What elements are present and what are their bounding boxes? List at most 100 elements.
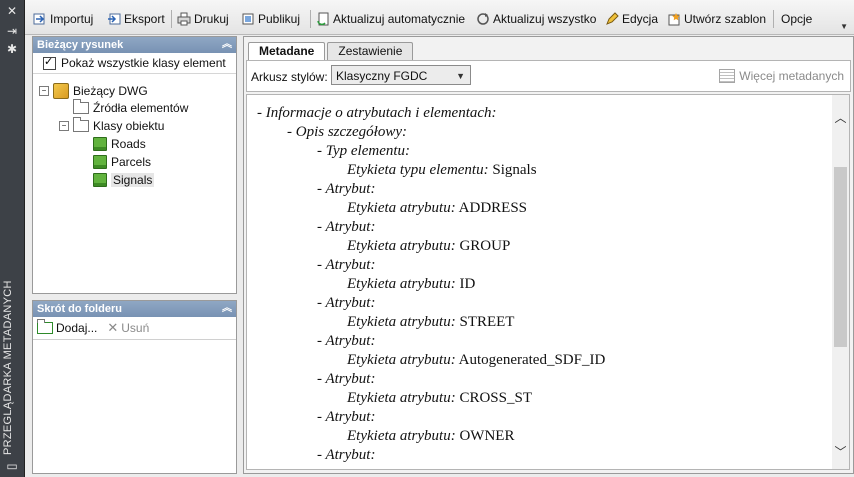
- update-all-label: Aktualizuj wszystko: [493, 12, 597, 26]
- add-folder-button[interactable]: Dodaj...: [37, 319, 98, 335]
- print-button[interactable]: Drukuj: [177, 10, 229, 28]
- collapse-node-icon[interactable]: −: [59, 121, 69, 131]
- tree-node-parcels[interactable]: Parcels: [93, 155, 151, 169]
- doc-key: Etykieta atrybutu:: [347, 428, 456, 444]
- doc-attribute-heading: - Atrybut:: [317, 295, 376, 311]
- publish-button[interactable]: Publikuj: [241, 10, 300, 28]
- doc-key: Etykieta atrybutu:: [347, 276, 456, 292]
- doc-key: Etykieta atrybutu:: [347, 390, 456, 406]
- document-scrollbar[interactable]: ︿ ﹀: [832, 94, 850, 470]
- tree-label-root: Bieżący DWG: [73, 84, 148, 98]
- add-label: Dodaj...: [56, 321, 98, 335]
- palette-title: PRZEGLĄDARKA METADANYCH: [2, 280, 14, 455]
- toolbar-separator: [773, 10, 774, 28]
- doc-value: OWNER: [459, 428, 515, 444]
- doc-heading-detail: - Opis szczegółowy:: [287, 124, 407, 140]
- doc-attribute-heading: - Atrybut:: [317, 181, 376, 197]
- pencil-icon: [605, 12, 619, 26]
- folder-icon: [73, 117, 89, 132]
- print-label: Drukuj: [194, 12, 229, 26]
- doc-value: CROSS_ST: [459, 390, 533, 406]
- pin-icon[interactable]: ⇥: [4, 24, 20, 38]
- doc-attribute-row: Etykieta atrybutu: OWNER: [347, 427, 514, 445]
- scroll-down-icon[interactable]: ﹀: [832, 443, 849, 459]
- dwg-icon: [53, 83, 69, 99]
- doc-value: Signals: [492, 162, 537, 178]
- edit-label: Edycja: [622, 12, 659, 26]
- doc-heading-attr-info: - Informacje o atrybutach i elementach:: [257, 105, 497, 121]
- refresh-icon: [476, 12, 490, 26]
- doc-key: Etykieta atrybutu:: [347, 200, 456, 216]
- auto-update-button[interactable]: Aktualizuj automatycznie: [316, 10, 465, 28]
- collapse-icon[interactable]: ︽: [222, 37, 232, 53]
- doc-attribute-heading: - Atrybut:: [317, 447, 376, 463]
- tab-metadata[interactable]: Metadane: [248, 42, 326, 61]
- edit-button[interactable]: Edycja: [605, 10, 658, 28]
- doc-value: GROUP: [459, 238, 511, 254]
- scroll-thumb[interactable]: [834, 167, 847, 347]
- collapse-icon[interactable]: ︽: [222, 301, 232, 317]
- toolbar-separator: [310, 10, 311, 28]
- create-template-button[interactable]: Utwórz szablon: [667, 10, 766, 28]
- publish-icon: [241, 12, 255, 26]
- show-all-checkbox[interactable]: [43, 55, 56, 70]
- folder-shortcut-header[interactable]: Skrót do folderu ︽: [33, 301, 236, 317]
- tree-node-root[interactable]: − Bieżący DWG: [39, 83, 148, 99]
- doc-key: Etykieta atrybutu:: [347, 314, 456, 330]
- refresh-doc-icon: [316, 12, 330, 26]
- scroll-up-icon[interactable]: ︿: [832, 109, 849, 125]
- tree-node-roads[interactable]: Roads: [93, 137, 146, 151]
- doc-key: Etykieta atrybutu:: [347, 238, 456, 254]
- doc-value: Autogenerated_SDF_ID: [458, 352, 606, 368]
- doc-value: ADDRESS: [458, 200, 528, 216]
- current-drawing-header[interactable]: Bieżący rysunek ︽: [33, 37, 236, 53]
- stylesheet-label: Arkusz stylów:: [251, 70, 328, 84]
- doc-attribute-row: Etykieta atrybutu: ID: [347, 275, 475, 293]
- show-all-label: Pokaż wszystkie klasy element: [61, 56, 226, 70]
- feature-class-icon: [93, 173, 107, 187]
- tree-node-sources[interactable]: Źródła elementów: [73, 99, 188, 115]
- remove-label: Usuń: [121, 321, 150, 335]
- metadata-document: - Informacje o atrybutach i elementach: …: [246, 94, 833, 470]
- doc-value: ID: [459, 276, 476, 292]
- tab-summary[interactable]: Zestawienie: [327, 42, 414, 60]
- export-button[interactable]: Eksport: [107, 10, 165, 28]
- toolbar-separator: [171, 10, 172, 28]
- options-button[interactable]: Opcje: [781, 10, 812, 28]
- more-metadata-button[interactable]: Więcej metadanych: [719, 69, 844, 83]
- doc-attribute-heading: - Atrybut:: [317, 219, 376, 235]
- show-all-checkbox-row[interactable]: Pokaż wszystkie klasy element: [33, 53, 236, 74]
- folder-shortcut-title: Skrót do folderu: [37, 303, 122, 315]
- menu-icon[interactable]: ▭: [4, 459, 20, 473]
- auto-update-label: Aktualizuj automatycznie: [333, 12, 466, 26]
- folder-shortcut-panel: Skrót do folderu ︽ Dodaj... ✕ Usuń: [32, 300, 237, 474]
- add-folder-icon: [37, 319, 53, 334]
- options-label: Opcje: [781, 12, 813, 26]
- template-icon: [667, 12, 681, 26]
- metadata-icon: [719, 69, 736, 83]
- create-template-label: Utwórz szablon: [684, 12, 767, 26]
- doc-attribute-row: Etykieta atrybutu: ADDRESS: [347, 199, 527, 217]
- tree-label-parcels: Parcels: [111, 155, 152, 169]
- tree-node-classes[interactable]: − Klasy obiektu: [59, 117, 164, 133]
- tree-node-signals[interactable]: Signals: [93, 173, 155, 187]
- update-all-button[interactable]: Aktualizuj wszystko: [476, 10, 596, 28]
- drawing-tree: − Bieżący DWG Źródła elementów − Klasy o…: [33, 74, 236, 274]
- import-button[interactable]: Importuj: [33, 10, 93, 28]
- close-icon[interactable]: ✕: [4, 4, 20, 18]
- chevron-down-icon: ▼: [456, 71, 465, 81]
- toolbar: Importuj Eksport Drukuj Publikuj Aktuali…: [25, 0, 854, 35]
- toolbar-overflow-icon[interactable]: ▼: [840, 22, 848, 31]
- doc-value: STREET: [459, 314, 515, 330]
- current-drawing-panel: Bieżący rysunek ︽ Pokaż wszystkie klasy …: [32, 36, 237, 294]
- collapse-node-icon[interactable]: −: [39, 86, 49, 96]
- feature-class-icon: [93, 137, 107, 151]
- stylesheet-select[interactable]: Klasyczny FGDC ▼: [331, 65, 471, 85]
- gear-icon[interactable]: ✱: [4, 42, 20, 56]
- doc-heading-entity-type: - Typ elementu:: [317, 143, 411, 159]
- folder-icon: [73, 99, 89, 114]
- folder-shortcut-toolbar: Dodaj... ✕ Usuń: [33, 317, 236, 340]
- remove-button[interactable]: ✕ Usuń: [107, 320, 149, 336]
- import-icon: [33, 12, 47, 26]
- doc-attribute-row: Etykieta atrybutu: CROSS_ST: [347, 389, 532, 407]
